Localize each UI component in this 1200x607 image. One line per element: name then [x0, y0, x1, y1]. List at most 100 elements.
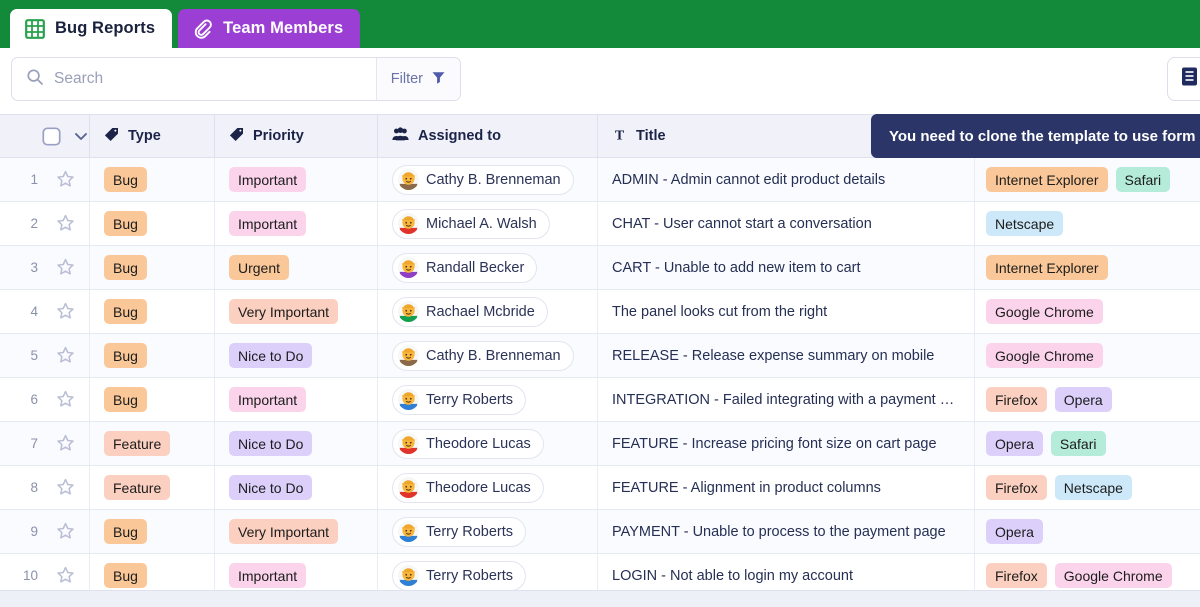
title-cell[interactable]: The panel looks cut from the right	[598, 290, 975, 333]
browser-chip[interactable]: Google Chrome	[1054, 563, 1172, 588]
priority-chip[interactable]: Very Important	[229, 519, 339, 544]
favorite-star-icon[interactable]	[42, 258, 88, 277]
tab-bug-reports[interactable]: Bug Reports	[10, 9, 173, 48]
priority-chip[interactable]: Very Important	[229, 299, 339, 324]
assignee-pill[interactable]: Cathy B. Brenneman	[392, 164, 574, 195]
priority-chip[interactable]: Important	[229, 387, 307, 412]
search-field[interactable]	[12, 58, 376, 100]
priority-chip[interactable]: Nice to Do	[229, 343, 313, 368]
type-chip[interactable]: Bug	[104, 343, 147, 368]
browser-chip[interactable]: Opera	[986, 519, 1043, 544]
browser-chip[interactable]: Firefox	[986, 387, 1047, 412]
tooltip-text: You need to clone the template to use fo…	[889, 127, 1196, 145]
title-cell[interactable]: RELEASE - Release expense summary on mob…	[598, 334, 975, 377]
filter-button[interactable]: Filter	[375, 58, 460, 100]
priority-chip[interactable]: Important	[229, 211, 307, 236]
browser-chip[interactable]: Google Chrome	[986, 343, 1103, 368]
assignee-pill[interactable]: Terry Roberts	[392, 384, 527, 415]
title-cell[interactable]: ADMIN - Admin cannot edit product detail…	[598, 158, 975, 201]
assignee-pill[interactable]: Randall Becker	[392, 252, 538, 283]
table-row[interactable]: 9 Bug Very Important Terry Roberts PAYMENT -…	[0, 510, 1200, 554]
table-row[interactable]: 3 Bug Urgent Randall Becker CART - Unable to…	[0, 246, 1200, 290]
assignee-pill[interactable]: Theodore Lucas	[392, 472, 544, 503]
title-text: LOGIN - Not able to login my account	[612, 567, 853, 584]
priority-chip[interactable]: Important	[229, 563, 307, 588]
favorite-star-icon[interactable]	[42, 170, 88, 189]
table-row[interactable]: 2 Bug Important Michael A. Walsh CHAT - User…	[0, 202, 1200, 246]
favorite-star-icon[interactable]	[42, 566, 88, 585]
row-number: 8	[30, 480, 38, 495]
favorite-star-icon[interactable]	[42, 522, 88, 541]
assignee-pill[interactable]: Rachael Mcbride	[392, 296, 548, 327]
priority-cell: Urgent	[215, 246, 378, 289]
browser-chip[interactable]: Safari	[1050, 431, 1106, 456]
table-row[interactable]: 8 Feature Nice to Do Theodore Lucas FEATURE …	[0, 466, 1200, 510]
title-cell[interactable]: CHAT - User cannot start a conversation	[598, 202, 975, 245]
type-chip[interactable]: Bug	[104, 255, 147, 280]
browser-chip[interactable]: Opera	[986, 431, 1043, 456]
column-header-type[interactable]: Type	[90, 115, 215, 157]
priority-chip[interactable]: Nice to Do	[229, 475, 313, 500]
assignee-pill[interactable]: Theodore Lucas	[392, 428, 544, 459]
row-number: 3	[30, 260, 38, 275]
type-cell: Feature	[90, 422, 215, 465]
avatar	[398, 477, 419, 498]
search-input[interactable]	[54, 70, 376, 88]
type-chip[interactable]: Bug	[104, 211, 147, 236]
browser-chip[interactable]: Netscape	[1054, 475, 1132, 500]
assignee-pill[interactable]: Michael A. Walsh	[392, 208, 550, 239]
table-body: 1 Bug Important Cathy B. Brenneman ADMIN - A…	[0, 158, 1200, 598]
column-header-assigned-to[interactable]: Assigned to	[378, 115, 598, 157]
type-chip[interactable]: Feature	[104, 431, 171, 456]
type-chip[interactable]: Bug	[104, 167, 147, 192]
table-row[interactable]: 1 Bug Important Cathy B. Brenneman ADMIN - A…	[0, 158, 1200, 202]
browser-chip[interactable]: Internet Explorer	[986, 255, 1108, 280]
assignee-pill[interactable]: Cathy B. Brenneman	[392, 340, 574, 371]
type-chip[interactable]: Bug	[104, 563, 147, 588]
title-cell[interactable]: FEATURE - Increase pricing font size on …	[598, 422, 975, 465]
favorite-star-icon[interactable]	[42, 214, 88, 233]
avatar	[398, 565, 419, 586]
browser-chip[interactable]: Internet Explorer	[986, 167, 1108, 192]
table-row[interactable]: 4 Bug Very Important Rachael Mcbride The pan…	[0, 290, 1200, 334]
title-cell[interactable]: CART - Unable to add new item to cart	[598, 246, 975, 289]
tag-icon	[104, 127, 119, 146]
priority-chip[interactable]: Important	[229, 167, 307, 192]
column-label: Type	[128, 128, 161, 144]
type-chip[interactable]: Bug	[104, 387, 147, 412]
browser-chip[interactable]: Opera	[1054, 387, 1112, 412]
favorite-star-icon[interactable]	[42, 390, 88, 409]
favorite-star-icon[interactable]	[42, 478, 88, 497]
favorite-star-icon[interactable]	[42, 434, 88, 453]
browser-chip[interactable]: Safari	[1115, 167, 1171, 192]
priority-chip[interactable]: Nice to Do	[229, 431, 313, 456]
assignee-pill[interactable]: Terry Roberts	[392, 560, 527, 591]
priority-chip[interactable]: Urgent	[229, 255, 290, 280]
title-cell[interactable]: PAYMENT - Unable to process to the payme…	[598, 510, 975, 553]
row-select-cell: 6	[0, 378, 90, 421]
browser-chip[interactable]: Firefox	[986, 563, 1047, 588]
type-chip[interactable]: Feature	[104, 475, 171, 500]
assignee-name: Michael A. Walsh	[426, 215, 537, 232]
view-options-button[interactable]	[1167, 57, 1200, 101]
tab-team-members[interactable]: Team Members	[178, 9, 361, 48]
type-chip[interactable]: Bug	[104, 519, 147, 544]
chevron-down-icon[interactable]	[73, 128, 89, 144]
browser-chip[interactable]: Google Chrome	[986, 299, 1103, 324]
favorite-star-icon[interactable]	[42, 302, 88, 321]
browser-chip[interactable]: Firefox	[986, 475, 1047, 500]
favorite-star-icon[interactable]	[42, 346, 88, 365]
title-cell[interactable]: INTEGRATION - Failed integrating with a …	[598, 378, 975, 421]
table-row[interactable]: 7 Feature Nice to Do Theodore Lucas FEATURE …	[0, 422, 1200, 466]
select-all-checkbox[interactable]	[42, 126, 61, 146]
title-cell[interactable]: FEATURE - Alignment in product columns	[598, 466, 975, 509]
assignee-pill[interactable]: Terry Roberts	[392, 516, 527, 547]
browser-chip[interactable]: Netscape	[986, 211, 1064, 236]
type-cell: Bug	[90, 334, 215, 377]
table-row[interactable]: 6 Bug Important Terry Roberts INTEGRATION - …	[0, 378, 1200, 422]
column-header-priority[interactable]: Priority	[215, 115, 378, 157]
row-number: 1	[30, 172, 38, 187]
table-row[interactable]: 5 Bug Nice to Do Cathy B. Brenneman RELEASE …	[0, 334, 1200, 378]
title-text: INTEGRATION - Failed integrating with a …	[612, 391, 955, 408]
type-chip[interactable]: Bug	[104, 299, 147, 324]
